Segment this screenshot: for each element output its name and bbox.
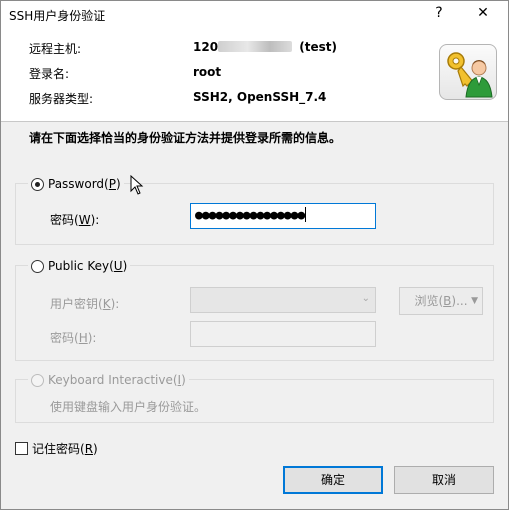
window-title: SSH用户身份验证: [9, 9, 106, 23]
password-radio-label: Password(P): [48, 177, 121, 191]
remember-password-checkbox[interactable]: 记住密码(R): [15, 440, 98, 457]
mouse-pointer-icon: [130, 175, 144, 195]
remote-host-value: 120 (test): [193, 40, 337, 54]
auth-panel: 请在下面选择恰当的身份验证方法并提供登录所需的信息。 Password(P) 密…: [1, 122, 508, 509]
key-user-icon: [439, 44, 497, 100]
checkbox-box[interactable]: [15, 442, 28, 455]
public-key-group: Public Key(U) 用户密钥(K): ⌄ 浏览(B)... ▼ 密码(H…: [15, 258, 494, 361]
browse-button[interactable]: 浏览(B)... ▼: [399, 287, 483, 315]
instruction-text: 请在下面选择恰当的身份验证方法并提供登录所需的信息。: [29, 131, 342, 145]
public-key-radio-button[interactable]: [31, 259, 44, 273]
login-name-label: 登录名:: [29, 67, 70, 81]
cancel-button[interactable]: 取消: [394, 466, 494, 494]
chevron-down-icon: ⌄: [361, 293, 370, 304]
login-name-value: root: [193, 65, 222, 79]
server-type-label: 服务器类型:: [29, 92, 94, 106]
user-key-select[interactable]: ⌄: [190, 287, 376, 313]
passphrase-input[interactable]: [190, 321, 376, 347]
keyboard-interactive-radio[interactable]: Keyboard Interactive(I): [28, 372, 189, 388]
title-bar[interactable]: SSH用户身份验证 ? ✕: [1, 1, 508, 29]
password-radio[interactable]: Password(P): [28, 176, 124, 192]
keyboard-interactive-group: Keyboard Interactive(I) 使用键盘输入用户身份验证。: [15, 372, 494, 423]
password-group: Password(P) 密码(W): ●●●●●●●●●●●●●●●●: [15, 176, 494, 245]
remember-password-label: 记住密码(R): [32, 442, 98, 456]
text-caret: [305, 207, 307, 222]
connection-info: 远程主机: 120 (test) 登录名: root 服务器类型: SSH2, …: [1, 29, 508, 121]
dropdown-arrow-icon: ▼: [471, 296, 478, 306]
help-icon[interactable]: ?: [431, 5, 447, 23]
password-radio-button[interactable]: [31, 177, 44, 191]
keyboard-interactive-note: 使用键盘输入用户身份验证。: [50, 400, 207, 414]
password-field-label: 密码(W):: [50, 213, 100, 227]
keyboard-interactive-radio-button[interactable]: [31, 373, 44, 387]
user-key-label: 用户密钥(K):: [50, 297, 120, 311]
keyboard-interactive-radio-label: Keyboard Interactive(I): [48, 373, 186, 387]
close-icon[interactable]: ✕: [473, 5, 493, 23]
server-type-value: SSH2, OpenSSH_7.4: [193, 90, 327, 104]
public-key-radio-label: Public Key(U): [48, 259, 128, 273]
public-key-radio[interactable]: Public Key(U): [28, 258, 131, 274]
ssh-auth-dialog: SSH用户身份验证 ? ✕ 远程主机: 120 (test) 登录名: root…: [0, 0, 509, 510]
ok-button[interactable]: 确定: [283, 466, 383, 494]
passphrase-label: 密码(H):: [50, 331, 97, 345]
remote-host-label: 远程主机:: [29, 42, 82, 56]
password-input[interactable]: ●●●●●●●●●●●●●●●●: [190, 203, 376, 229]
masked-ip: [218, 41, 293, 52]
